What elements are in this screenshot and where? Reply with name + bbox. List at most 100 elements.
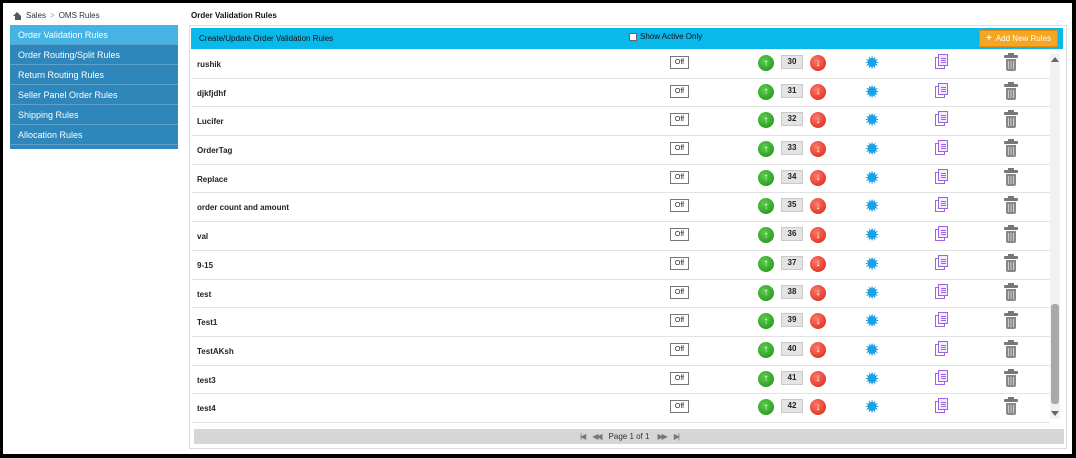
arrow-up-icon[interactable]: ↑ <box>758 55 774 71</box>
rule-name[interactable]: test <box>197 290 211 299</box>
rule-name[interactable]: djkfjdhf <box>197 89 226 98</box>
status-toggle[interactable]: Off <box>670 314 689 328</box>
copy-icon[interactable] <box>935 140 949 156</box>
last-page-icon[interactable]: ▶| <box>674 432 680 441</box>
rule-name[interactable]: val <box>197 232 208 241</box>
trash-icon[interactable] <box>1004 282 1018 302</box>
arrow-up-icon[interactable]: ↑ <box>758 399 774 416</box>
gear-icon[interactable]: ✹ <box>863 140 881 158</box>
gear-icon[interactable]: ✹ <box>863 83 881 101</box>
arrow-down-icon[interactable]: ↓ <box>810 112 826 129</box>
gear-icon[interactable]: ✹ <box>863 370 881 388</box>
status-toggle[interactable]: Off <box>670 371 689 385</box>
trash-icon[interactable] <box>1004 339 1018 359</box>
arrow-up-icon[interactable]: ↑ <box>758 284 774 301</box>
trash-icon[interactable] <box>1004 53 1018 72</box>
gear-icon[interactable]: ✹ <box>863 169 881 187</box>
gear-icon[interactable]: ✹ <box>863 312 881 330</box>
prev-page-icon[interactable]: ◀◀ <box>592 432 602 441</box>
trash-icon[interactable] <box>1004 167 1018 187</box>
scrollbar[interactable] <box>1050 54 1060 419</box>
copy-icon[interactable] <box>935 82 949 99</box>
gear-icon[interactable]: ✹ <box>863 341 881 359</box>
trash-icon[interactable] <box>1004 139 1018 158</box>
arrow-up-icon[interactable]: ↑ <box>758 370 774 387</box>
sidebar-item-seller-panel[interactable]: Seller Panel Order Rules <box>10 85 178 105</box>
scroll-down-icon[interactable] <box>1051 411 1059 416</box>
copy-icon[interactable] <box>935 254 949 271</box>
arrow-up-icon[interactable]: ↑ <box>758 83 774 100</box>
arrow-up-icon[interactable]: ↑ <box>758 169 774 186</box>
status-toggle[interactable]: Off <box>670 342 689 356</box>
status-toggle[interactable]: Off <box>670 400 689 414</box>
rule-name[interactable]: OrderTag <box>197 146 232 155</box>
copy-icon[interactable] <box>935 111 949 127</box>
copy-icon[interactable] <box>935 340 949 357</box>
arrow-down-icon[interactable]: ↓ <box>810 141 826 158</box>
show-active-toggle[interactable]: Show Active Only <box>629 32 702 41</box>
arrow-down-icon[interactable]: ↓ <box>810 255 826 272</box>
status-toggle[interactable]: Off <box>670 56 689 69</box>
arrow-up-icon[interactable]: ↑ <box>758 198 774 215</box>
arrow-up-icon[interactable]: ↑ <box>758 141 774 158</box>
gear-icon[interactable]: ✹ <box>863 197 881 215</box>
trash-icon[interactable] <box>1004 368 1018 388</box>
arrow-down-icon[interactable]: ↓ <box>810 83 826 100</box>
status-toggle[interactable]: Off <box>670 256 689 270</box>
copy-icon[interactable] <box>935 54 949 70</box>
status-toggle[interactable]: Off <box>670 199 689 213</box>
arrow-up-icon[interactable]: ↑ <box>758 341 774 358</box>
sidebar-item-return-routing[interactable]: Return Routing Rules <box>10 65 178 85</box>
gear-icon[interactable]: ✹ <box>863 398 881 416</box>
arrow-down-icon[interactable]: ↓ <box>810 313 826 330</box>
rule-name[interactable]: Lucifer <box>197 117 224 126</box>
status-toggle[interactable]: Off <box>670 228 689 242</box>
rule-name[interactable]: Test1 <box>197 318 217 327</box>
sidebar-item-order-routing[interactable]: Order Routing/Split Rules <box>10 45 178 65</box>
first-page-icon[interactable]: |◀ <box>580 432 586 441</box>
arrow-up-icon[interactable]: ↑ <box>758 112 774 129</box>
copy-icon[interactable] <box>935 312 949 328</box>
rule-name[interactable]: Replace <box>197 175 228 184</box>
status-toggle[interactable]: Off <box>670 170 689 184</box>
copy-icon[interactable] <box>935 283 949 300</box>
arrow-up-icon[interactable]: ↑ <box>758 227 774 244</box>
home-icon[interactable] <box>13 11 22 20</box>
show-active-checkbox[interactable] <box>629 32 637 41</box>
copy-icon[interactable] <box>935 398 949 414</box>
scroll-up-icon[interactable] <box>1051 57 1059 62</box>
arrow-down-icon[interactable]: ↓ <box>810 399 826 416</box>
copy-icon[interactable] <box>935 226 949 242</box>
copy-icon[interactable] <box>935 369 949 386</box>
rule-name[interactable]: TestAKsh <box>197 347 234 356</box>
trash-icon[interactable] <box>1004 81 1018 101</box>
status-toggle[interactable]: Off <box>670 113 689 127</box>
rule-name[interactable]: 9-15 <box>197 261 213 270</box>
copy-icon[interactable] <box>935 197 949 213</box>
trash-icon[interactable] <box>1004 311 1018 330</box>
trash-icon[interactable] <box>1004 110 1018 129</box>
gear-icon[interactable]: ✹ <box>863 54 881 72</box>
sidebar-item-order-validation[interactable]: Order Validation Rules <box>10 25 178 45</box>
copy-icon[interactable] <box>935 168 949 185</box>
gear-icon[interactable]: ✹ <box>863 111 881 129</box>
rule-name[interactable]: rushik <box>197 60 221 69</box>
arrow-down-icon[interactable]: ↓ <box>810 284 826 301</box>
arrow-up-icon[interactable]: ↑ <box>758 313 774 330</box>
trash-icon[interactable] <box>1004 253 1018 273</box>
status-toggle[interactable]: Off <box>670 84 689 98</box>
gear-icon[interactable]: ✹ <box>863 284 881 302</box>
gear-icon[interactable]: ✹ <box>863 226 881 244</box>
trash-icon[interactable] <box>1004 196 1018 215</box>
breadcrumb-home[interactable]: Sales <box>26 11 46 20</box>
arrow-down-icon[interactable]: ↓ <box>810 370 826 387</box>
arrow-down-icon[interactable]: ↓ <box>810 227 826 244</box>
status-toggle[interactable]: Off <box>670 142 689 156</box>
arrow-down-icon[interactable]: ↓ <box>810 341 826 358</box>
rule-name[interactable]: test3 <box>197 376 216 385</box>
gear-icon[interactable]: ✹ <box>863 255 881 273</box>
sidebar-item-allocation[interactable]: Allocation Rules <box>10 125 178 145</box>
status-toggle[interactable]: Off <box>670 285 689 299</box>
add-new-rules-button[interactable]: + Add New Rules <box>979 30 1058 47</box>
next-page-icon[interactable]: ▶▶ <box>657 432 667 441</box>
